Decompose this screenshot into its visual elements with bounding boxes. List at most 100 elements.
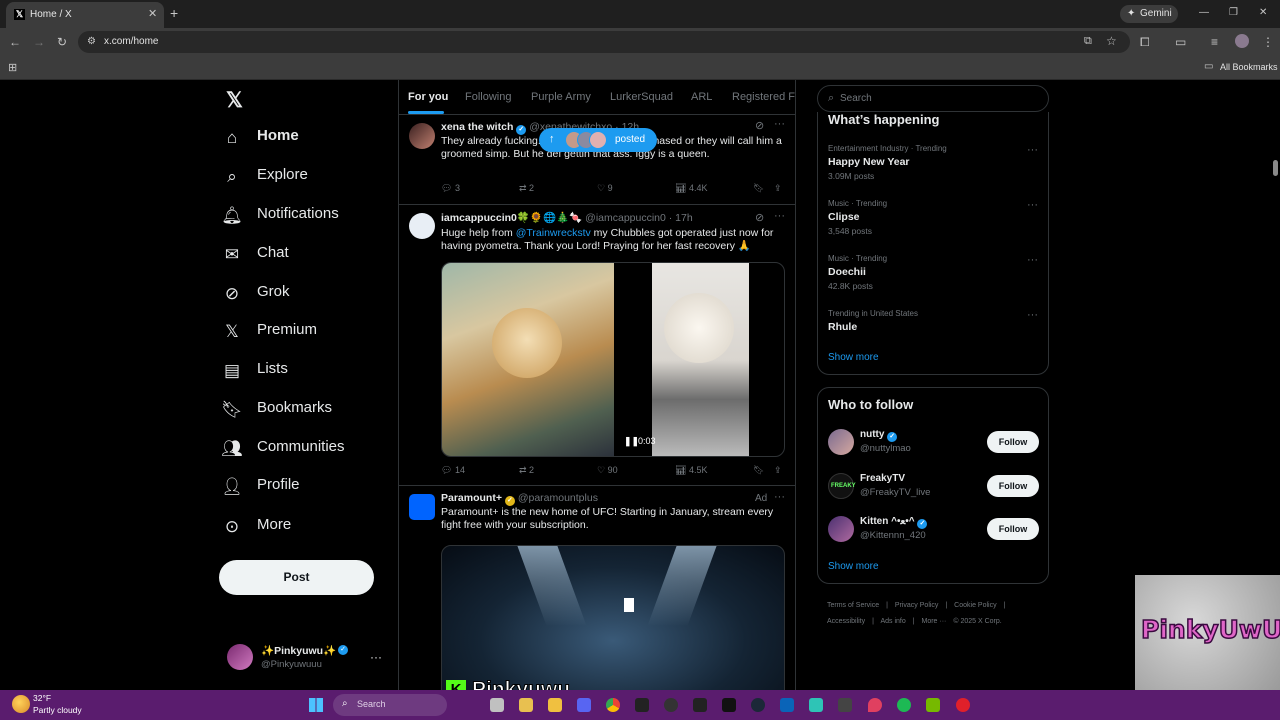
more-icon[interactable]: ··· bbox=[774, 491, 785, 503]
site-info-icon[interactable]: ⚙ bbox=[87, 36, 96, 47]
views-button[interactable]: 📊︎ 4.4K bbox=[675, 183, 707, 194]
app-icon[interactable] bbox=[838, 698, 852, 712]
discord-icon[interactable] bbox=[577, 698, 591, 712]
close-tab-icon[interactable]: ✕ bbox=[148, 7, 157, 20]
grok-post-icon[interactable]: ⊘ bbox=[755, 119, 764, 132]
follow-button[interactable]: Follow bbox=[987, 431, 1039, 453]
footer-cookie[interactable]: Cookie Policy bbox=[954, 602, 996, 609]
video-player[interactable]: ❚❚ 0:03 bbox=[441, 262, 785, 457]
more-icon[interactable]: ··· bbox=[1027, 144, 1038, 156]
footer-ads[interactable]: Ads info bbox=[880, 618, 905, 625]
share-icon[interactable]: ⇪ bbox=[774, 183, 782, 194]
like-button[interactable]: ♡ 9 bbox=[597, 183, 613, 194]
repost-button[interactable]: ⇄ 2 bbox=[519, 465, 534, 476]
grok-post-icon[interactable]: ⊘ bbox=[755, 211, 764, 224]
all-bookmarks-label[interactable]: All Bookmarks bbox=[1220, 62, 1278, 72]
restore-icon[interactable]: ❐ bbox=[1229, 6, 1238, 20]
post-button[interactable]: Post bbox=[219, 560, 374, 595]
tweet-author[interactable]: Paramount+ ✓ @paramountplus bbox=[441, 492, 598, 506]
x-logo-icon[interactable]: 𝕏 bbox=[226, 88, 243, 113]
pause-icon[interactable]: ❚❚ bbox=[624, 436, 639, 447]
more-icon[interactable]: ··· bbox=[1027, 199, 1038, 211]
back-icon[interactable]: ← bbox=[9, 35, 21, 49]
forward-icon[interactable]: → bbox=[33, 35, 45, 49]
media-control-icon[interactable]: ≡ bbox=[1211, 35, 1218, 49]
follow-suggestion[interactable]: nutty ✓ @nuttylmao Follow bbox=[818, 426, 1048, 458]
app-icon[interactable] bbox=[956, 698, 970, 712]
footer-privacy[interactable]: Privacy Policy bbox=[895, 602, 939, 609]
bookmark-star-icon[interactable]: ☆ bbox=[1106, 34, 1117, 48]
epic-games-icon[interactable] bbox=[693, 698, 707, 712]
tab-registered[interactable]: Registered Fle bbox=[732, 91, 795, 103]
ad-media[interactable] bbox=[441, 545, 785, 690]
task-view-icon[interactable] bbox=[490, 698, 504, 712]
windows-start-icon[interactable] bbox=[309, 698, 323, 712]
tab-arl[interactable]: ARL bbox=[691, 91, 712, 103]
tab-lurkersquad[interactable]: LurkerSquad bbox=[610, 91, 673, 103]
app-icon[interactable] bbox=[635, 698, 649, 712]
scrollbar-thumb[interactable] bbox=[1273, 160, 1278, 176]
footer-more[interactable]: More ··· bbox=[922, 618, 947, 625]
close-window-icon[interactable]: ✕ bbox=[1259, 6, 1267, 20]
minimize-icon[interactable]: — bbox=[1199, 6, 1209, 20]
new-tab-icon[interactable]: + bbox=[170, 6, 178, 20]
more-options-icon[interactable]: ··· bbox=[370, 650, 382, 664]
taskbar-search[interactable]: ⌕ Search bbox=[333, 694, 447, 716]
app-icon[interactable] bbox=[722, 698, 736, 712]
account-switcher[interactable]: ✨Pinkyuwu✨ ✓ @Pinkyuwuuu ··· bbox=[224, 640, 390, 676]
file-explorer-icon[interactable] bbox=[519, 698, 533, 712]
mention-link[interactable]: @Trainwreckstv bbox=[516, 227, 591, 239]
reading-list-icon[interactable]: ▭ bbox=[1175, 35, 1186, 49]
views-button[interactable]: 📊︎ 4.5K bbox=[675, 465, 707, 476]
bookmark-icon[interactable]: 🔖︎ bbox=[753, 183, 764, 194]
more-icon[interactable]: ··· bbox=[1027, 254, 1038, 266]
trend-item[interactable]: Music · Trending Doechii 42.8K posts ··· bbox=[818, 252, 1048, 302]
app-icon[interactable] bbox=[809, 698, 823, 712]
trend-item[interactable]: Trending in United States Rhule ··· bbox=[818, 307, 1048, 343]
address-bar[interactable]: ⚙ x.com/home ⧉ ☆ bbox=[78, 31, 1130, 53]
follow-button[interactable]: Follow bbox=[987, 518, 1039, 540]
profile-avatar[interactable] bbox=[1235, 34, 1249, 48]
more-icon[interactable]: ··· bbox=[1027, 309, 1038, 321]
weather-desc[interactable]: Partly cloudy bbox=[33, 705, 82, 715]
obs-icon[interactable] bbox=[664, 698, 678, 712]
weather-icon[interactable] bbox=[12, 695, 30, 713]
follow-suggestion[interactable]: Kitten ^•ﻌ•^ ✓ @Kittennn_420 Follow bbox=[818, 513, 1048, 545]
files-app-icon[interactable] bbox=[548, 698, 562, 712]
steam-icon[interactable] bbox=[751, 698, 765, 712]
follow-suggestion[interactable]: FREAKY FreakyTV @FreakyTV_live Follow bbox=[818, 470, 1048, 502]
new-posts-pill[interactable]: ↑ posted bbox=[539, 128, 657, 152]
reply-button[interactable]: 💬︎ 3 bbox=[441, 183, 460, 194]
outlook-icon[interactable] bbox=[780, 698, 794, 712]
trend-item[interactable]: Music · Trending Clipse 3,548 posts ··· bbox=[818, 197, 1048, 247]
avatar[interactable] bbox=[409, 123, 435, 149]
show-more-link[interactable]: Show more bbox=[828, 352, 879, 363]
apps-grid-icon[interactable]: ⊞ bbox=[8, 61, 17, 74]
install-app-icon[interactable]: ⧉ bbox=[1084, 35, 1092, 48]
reload-icon[interactable]: ↻ bbox=[57, 35, 67, 49]
extensions-icon[interactable]: ⧠ bbox=[1140, 35, 1150, 49]
search-input[interactable]: ⌕ Search bbox=[817, 85, 1049, 112]
tweet-ad[interactable]: Paramount+ ✓ @paramountplus Ad ··· Param… bbox=[399, 486, 795, 690]
bookmark-icon[interactable]: 🔖︎ bbox=[753, 465, 764, 476]
avatar[interactable] bbox=[409, 494, 435, 520]
spotify-icon[interactable] bbox=[897, 698, 911, 712]
tab-purple-army[interactable]: Purple Army bbox=[531, 91, 591, 103]
like-button[interactable]: ♡ 90 bbox=[597, 465, 618, 476]
more-icon[interactable]: ··· bbox=[774, 118, 785, 130]
chrome-icon[interactable] bbox=[606, 698, 620, 712]
nvidia-icon[interactable] bbox=[926, 698, 940, 712]
gemini-button[interactable]: ✦ Gemini bbox=[1120, 5, 1178, 23]
maps-pin-icon[interactable] bbox=[868, 698, 882, 712]
footer-terms[interactable]: Terms of Service bbox=[827, 602, 879, 609]
avatar[interactable] bbox=[409, 213, 435, 239]
footer-accessibility[interactable]: Accessibility bbox=[827, 618, 865, 625]
browser-menu-icon[interactable]: ⋮ bbox=[1262, 35, 1274, 49]
show-more-link[interactable]: Show more bbox=[828, 561, 879, 572]
tweet-author[interactable]: iamcappuccin0🍀🌻🌐🎄🍬 @iamcappuccin0 · 17h bbox=[441, 211, 693, 224]
trend-item[interactable]: Entertainment Industry · Trending Happy … bbox=[818, 142, 1048, 192]
repost-button[interactable]: ⇄ 2 bbox=[519, 183, 534, 194]
reply-button[interactable]: 💬︎ 14 bbox=[441, 465, 465, 476]
weather-temp[interactable]: 32°F bbox=[33, 693, 51, 703]
more-icon[interactable]: ··· bbox=[774, 210, 785, 222]
